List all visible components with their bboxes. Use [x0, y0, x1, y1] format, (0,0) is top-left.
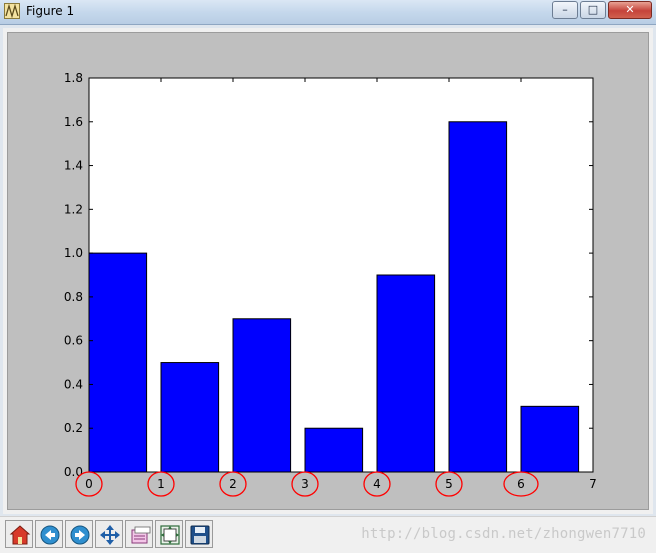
zoom-rect-icon [131, 526, 151, 544]
window-titlebar[interactable]: Figure 1 – □ ✕ [0, 0, 656, 25]
x-tick-label-0: 0 [85, 477, 93, 491]
x-tick-label-5: 5 [445, 477, 453, 491]
forward-arrow-icon [70, 525, 90, 545]
pan-move-icon [100, 525, 120, 545]
maximize-button[interactable]: □ [580, 1, 606, 19]
bar-3 [304, 427, 364, 473]
y-tick-label-0.8: 0.8 [64, 290, 83, 304]
pan-button[interactable] [95, 520, 123, 548]
y-tick-label-0.0: 0.0 [64, 465, 83, 479]
subplots-icon [160, 525, 180, 545]
navigation-toolbar: http://blog.csdn.net/zhongwen7710 [0, 516, 656, 553]
back-button[interactable] [35, 520, 63, 548]
bar-chart: 0.0 0.2 0.4 0.6 0.8 1.0 1.2 1.4 1.6 1.8 0 1 2 3 4 5 6 7 [64, 71, 597, 497]
y-tick-label-0.6: 0.6 [64, 334, 83, 348]
home-icon [9, 525, 31, 545]
zoom-button[interactable] [125, 520, 153, 548]
x-tick-label-2: 2 [229, 477, 237, 491]
home-button[interactable] [5, 520, 33, 548]
bar-1 [160, 362, 220, 473]
close-button[interactable]: ✕ [608, 1, 652, 19]
bar-0 [88, 252, 148, 473]
save-button[interactable] [185, 520, 213, 548]
x-tick-label-6: 6 [517, 477, 525, 491]
back-arrow-icon [40, 525, 60, 545]
window-title: Figure 1 [26, 4, 75, 18]
app-icon [4, 3, 20, 19]
bar-5 [448, 121, 508, 473]
minimize-button[interactable]: – [552, 1, 578, 19]
y-tick-label-0.4: 0.4 [64, 377, 83, 391]
x-tick-label-1: 1 [157, 477, 165, 491]
bar-6 [520, 405, 580, 473]
y-tick-label-1.2: 1.2 [64, 202, 83, 216]
bar-2 [232, 318, 292, 473]
bar-4 [376, 274, 436, 473]
x-tick-label-3: 3 [301, 477, 309, 491]
subplots-button[interactable] [155, 520, 183, 548]
y-tick-label-1.4: 1.4 [64, 159, 83, 173]
x-tick-label-4: 4 [373, 477, 381, 491]
y-tick-label-1.8: 1.8 [64, 71, 83, 85]
watermark-text: http://blog.csdn.net/zhongwen7710 [361, 526, 646, 542]
figure-canvas[interactable]: 0.0 0.2 0.4 0.6 0.8 1.0 1.2 1.4 1.6 1.8 0 1 2 3 4 5 6 7 [3, 28, 653, 514]
forward-button[interactable] [65, 520, 93, 548]
save-disk-icon [190, 525, 210, 545]
y-tick-label-1.6: 1.6 [64, 115, 83, 129]
x-tick-label-7: 7 [589, 477, 597, 491]
y-tick-label-1.0: 1.0 [64, 246, 83, 260]
y-tick-label-0.2: 0.2 [64, 421, 83, 435]
